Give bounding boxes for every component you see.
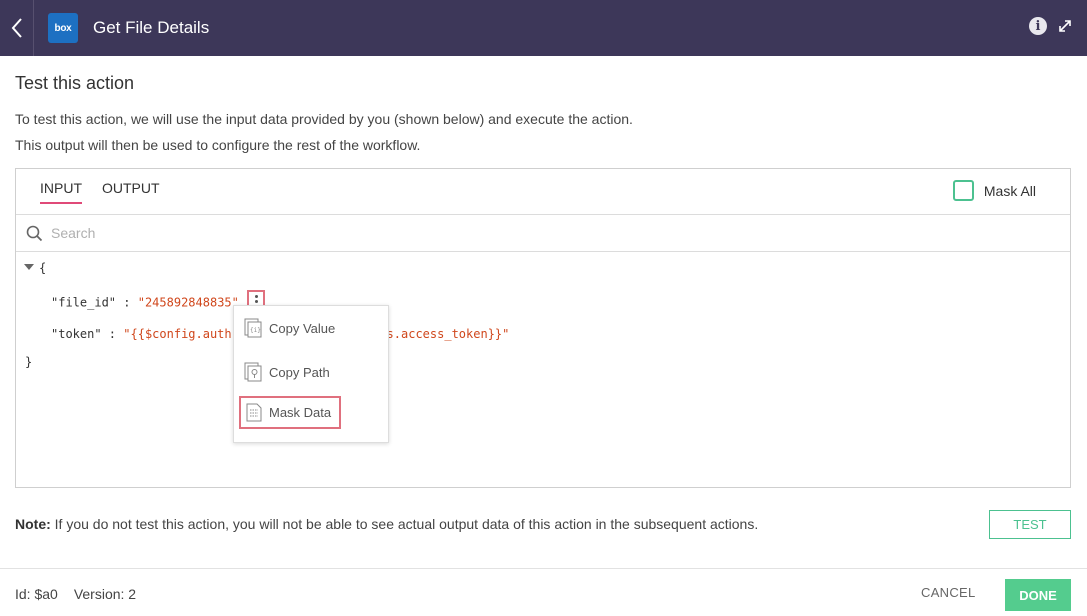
json-separator: : <box>101 327 124 341</box>
test-note: Note: If you do not test this action, yo… <box>15 516 758 532</box>
tab-input[interactable]: INPUT <box>40 180 82 204</box>
search-icon <box>26 225 43 241</box>
intro-line-1: To test this action, we will use the inp… <box>15 111 633 127</box>
tab-output[interactable]: OUTPUT <box>102 180 160 204</box>
json-key: "file_id" <box>51 295 117 310</box>
footer-bar: Id: $a0 Version: 2 CANCEL DONE <box>0 568 1087 616</box>
test-data-panel: INPUT OUTPUT Mask All { "file_id" : "245… <box>15 168 1071 488</box>
copy-path-icon <box>244 362 262 382</box>
mask-all-checkbox[interactable] <box>952 180 974 201</box>
collapse-toggle-icon[interactable] <box>24 264 34 270</box>
svg-text:{i}: {i} <box>250 327 261 334</box>
back-button[interactable] <box>0 0 34 56</box>
top-bar: box Get File Details i <box>0 0 1087 56</box>
expand-icon[interactable] <box>1057 18 1073 34</box>
json-close-brace: } <box>25 355 33 369</box>
mask-all-label: Mask All <box>983 182 1036 199</box>
search-bar <box>16 214 1070 252</box>
action-id: Id: $a0 <box>15 586 58 602</box>
box-logo: box <box>48 13 78 43</box>
menu-item-mask-data[interactable]: Mask Data <box>239 396 342 429</box>
menu-item-label: Mask Data <box>269 405 332 420</box>
mask-all-toggle[interactable]: Mask All <box>952 180 1036 201</box>
row-context-menu: {i} Copy Value Copy Path Mask Data <box>233 305 389 443</box>
search-input[interactable] <box>51 225 951 241</box>
json-value: "245892848835" <box>137 295 239 310</box>
section-title: Test this action <box>15 73 135 93</box>
done-button[interactable]: DONE <box>1005 579 1071 611</box>
json-key: "token" <box>51 327 102 341</box>
page-title: Get File Details <box>93 18 210 37</box>
action-version: Version: 2 <box>73 586 137 602</box>
test-button[interactable]: TEST <box>989 510 1071 539</box>
json-separator: : <box>116 295 138 310</box>
intro-text: To test this action, we will use the inp… <box>15 106 633 158</box>
menu-item-copy-value[interactable]: {i} Copy Value <box>244 318 335 338</box>
tab-bar: INPUT OUTPUT <box>40 180 160 204</box>
menu-item-label: Copy Path <box>269 364 330 380</box>
note-text: If you do not test this action, you will… <box>50 516 759 532</box>
info-icon[interactable]: i <box>1029 17 1047 35</box>
note-prefix: Note: <box>15 516 51 532</box>
menu-item-copy-path[interactable]: Copy Path <box>244 362 330 382</box>
kebab-dot <box>255 295 259 298</box>
menu-item-label: Copy Value <box>269 320 336 336</box>
chevron-left-icon <box>11 18 22 38</box>
kebab-dot <box>255 300 259 303</box>
mask-data-icon <box>246 403 262 422</box>
intro-line-2: This output will then be used to configu… <box>15 137 421 153</box>
json-value-end: s.access_token}}" <box>386 327 510 341</box>
copy-value-icon: {i} <box>244 318 262 338</box>
cancel-button[interactable]: CANCEL <box>921 585 976 600</box>
json-open-brace: { <box>39 261 47 275</box>
